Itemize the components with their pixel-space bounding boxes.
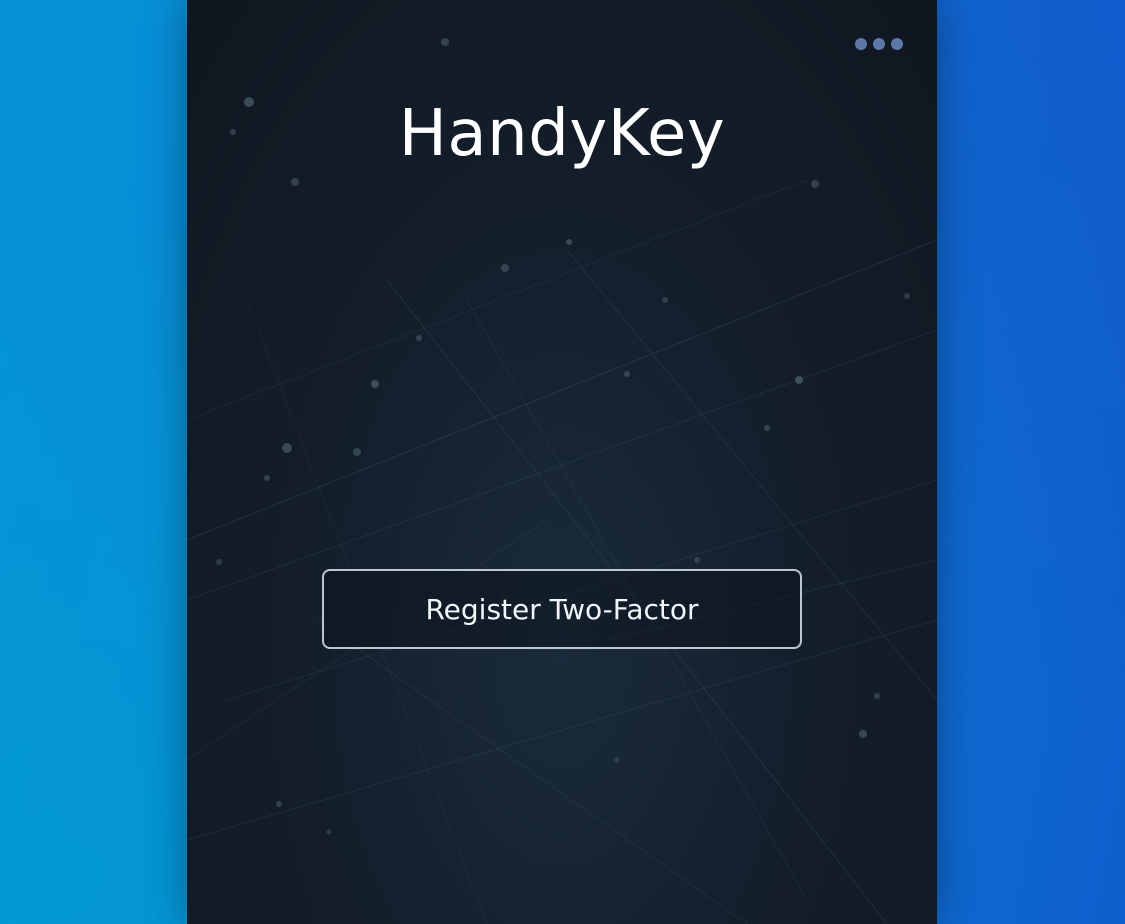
more-dots-icon — [855, 38, 867, 50]
app-title: HandyKey — [398, 97, 726, 171]
app-window: HandyKey Register Two-Factor — [187, 0, 937, 924]
more-dots-icon — [891, 38, 903, 50]
more-dots-icon — [873, 38, 885, 50]
register-two-factor-button[interactable]: Register Two-Factor — [322, 569, 802, 649]
more-options-button[interactable] — [855, 36, 903, 52]
